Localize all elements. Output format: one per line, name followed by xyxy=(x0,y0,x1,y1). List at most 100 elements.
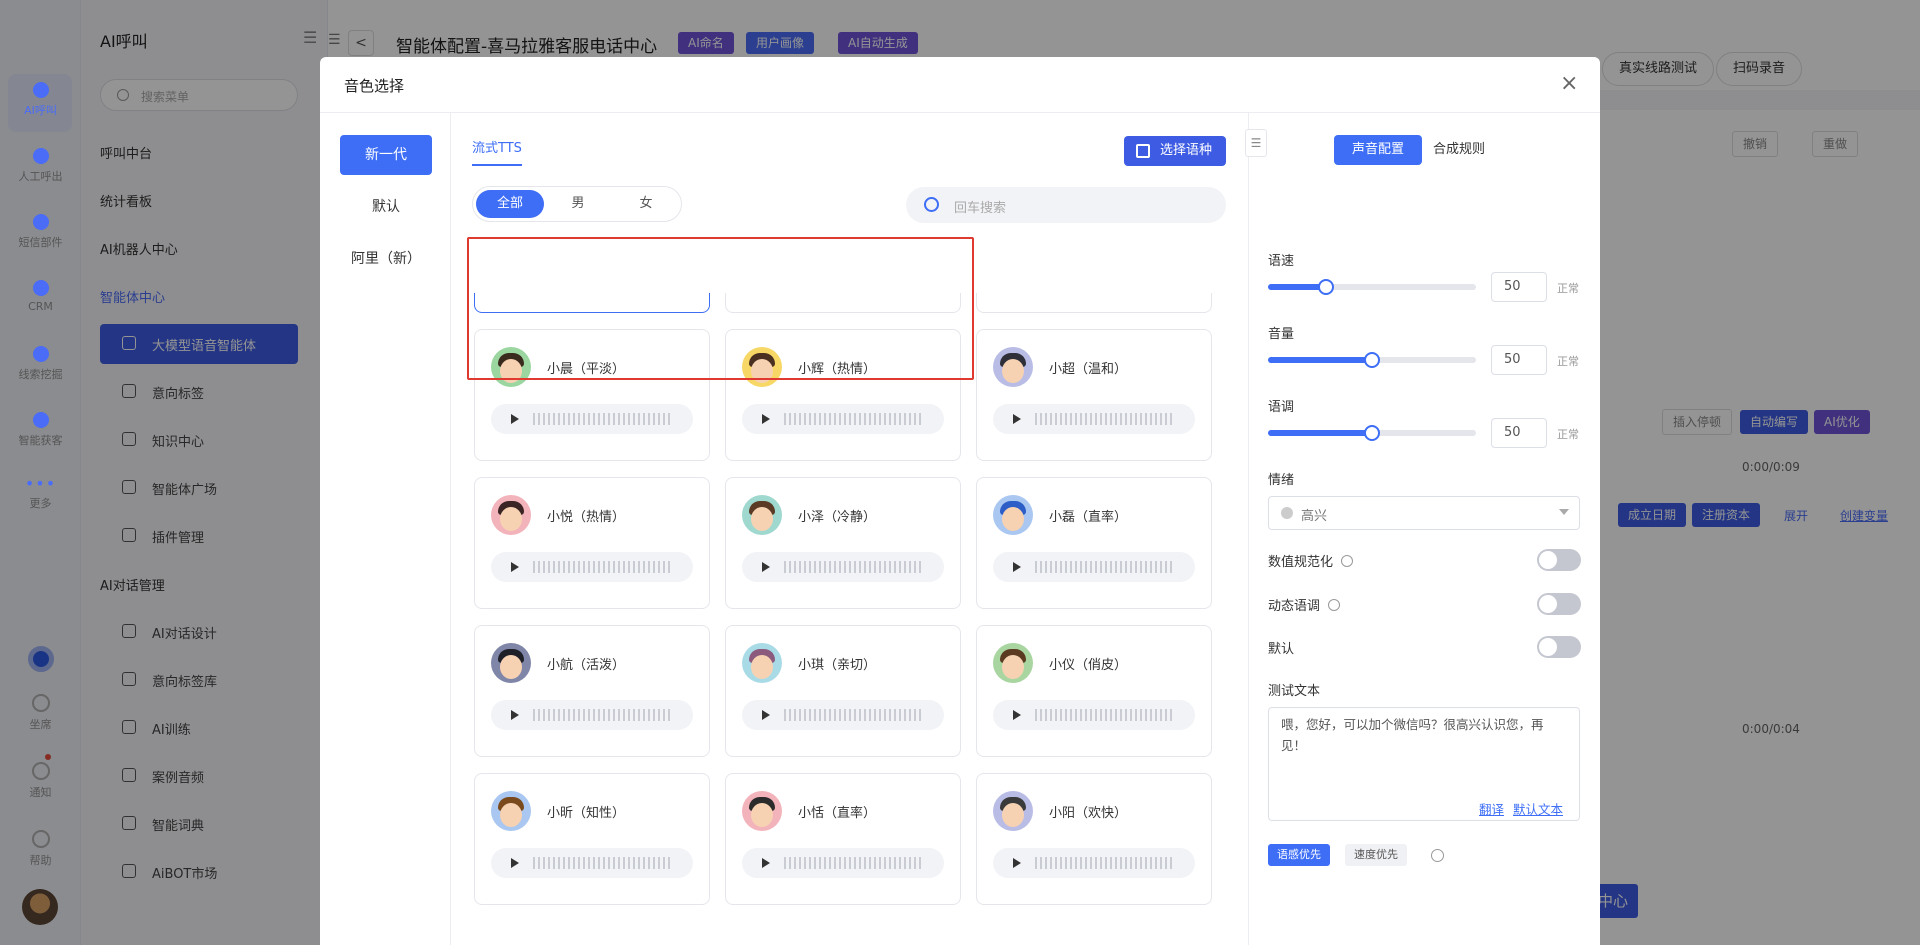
voice-preview-player[interactable] xyxy=(491,552,693,582)
avatar-face xyxy=(751,359,773,383)
info-icon[interactable] xyxy=(1431,849,1444,862)
play-icon[interactable] xyxy=(762,562,770,572)
voice-preview-player[interactable] xyxy=(993,848,1195,878)
voice-name: 小仪（俏皮） xyxy=(1049,658,1128,673)
voice-preview-player[interactable] xyxy=(491,404,693,434)
number-normalize-label: 数值规范化 xyxy=(1268,551,1354,570)
speed-value[interactable]: 50 xyxy=(1491,272,1547,302)
voice-preview-player[interactable] xyxy=(993,552,1195,582)
category-default[interactable]: 默认 xyxy=(340,187,432,227)
voice-card[interactable]: 小辉（热情） xyxy=(725,329,961,461)
voice-card[interactable]: 姣姣(精品) xyxy=(725,293,961,313)
category-ali-new[interactable]: 阿里（新） xyxy=(340,239,432,279)
volume-value[interactable]: 50 xyxy=(1491,345,1547,375)
play-icon[interactable] xyxy=(1013,858,1021,868)
pitch-slider-fill xyxy=(1268,430,1372,436)
acquire-icon xyxy=(32,412,49,428)
close-icon[interactable]: × xyxy=(1560,71,1578,96)
tab-voice-config[interactable]: 声音配置 xyxy=(1334,135,1423,165)
play-icon[interactable] xyxy=(511,414,519,424)
avatar-face xyxy=(1002,803,1024,827)
voice-card[interactable]: 小悦（热情） xyxy=(474,477,710,609)
voice-select-modal: 音色选择 × 新一代 默认 阿里（新） 流式TTS 选择语种 全部 男 女 回车… xyxy=(320,57,1600,945)
default-toggle[interactable] xyxy=(1537,636,1581,658)
voice-card[interactable]: 小晨（平淡） xyxy=(474,329,710,461)
voice-card[interactable]: 小嫣（轻柔） xyxy=(976,293,1212,313)
avatar-face xyxy=(500,359,522,383)
waveform-icon xyxy=(533,709,673,721)
play-icon[interactable] xyxy=(511,710,519,720)
pitch-slider-thumb[interactable] xyxy=(1364,425,1380,441)
category-new-gen[interactable]: 新一代 xyxy=(340,135,432,175)
default-text-link[interactable]: 默认文本 xyxy=(1513,799,1563,818)
voice-card[interactable]: 小航（活泼） xyxy=(474,625,710,757)
toggle-knob xyxy=(1539,551,1557,569)
info-icon[interactable] xyxy=(1328,599,1341,611)
voice-name: 小航（活泼） xyxy=(547,658,626,673)
voice-card[interactable]: 小琪（亲切） xyxy=(725,625,961,757)
voice-card[interactable]: 小春(精品) xyxy=(474,293,710,313)
leads-icon xyxy=(32,346,49,362)
speed-label: 语速 xyxy=(1268,254,1295,269)
panel-collapse-icon[interactable]: ☰ xyxy=(1245,129,1267,157)
voice-card[interactable]: 小昕（知性） xyxy=(474,773,710,905)
voice-preview-player[interactable] xyxy=(742,552,944,582)
ai-call-icon xyxy=(32,82,49,98)
dynamic-tone-toggle[interactable] xyxy=(1537,593,1581,615)
avatar-face xyxy=(1002,507,1024,531)
waveform-icon xyxy=(1035,413,1175,425)
waveform-icon xyxy=(533,561,673,573)
play-icon[interactable] xyxy=(1013,562,1021,572)
pitch-slider[interactable] xyxy=(1268,425,1476,441)
translate-link[interactable]: 翻译 xyxy=(1479,799,1504,818)
speed-slider-thumb[interactable] xyxy=(1318,279,1335,295)
tab-stream-tts[interactable]: 流式TTS xyxy=(472,137,522,166)
play-icon[interactable] xyxy=(511,562,519,572)
avatar-face xyxy=(500,507,522,531)
gender-female[interactable]: 女 xyxy=(612,190,680,218)
play-icon[interactable] xyxy=(1013,414,1021,424)
voice-category-list: 新一代 默认 阿里（新） xyxy=(320,113,451,945)
select-language-button[interactable]: 选择语种 xyxy=(1124,136,1227,166)
voice-card[interactable]: 小磊（直率） xyxy=(976,477,1212,609)
voice-preview-player[interactable] xyxy=(742,404,944,434)
voice-preview-player[interactable] xyxy=(491,848,693,878)
info-icon[interactable] xyxy=(1341,555,1354,567)
voice-card[interactable]: 小仪（俏皮） xyxy=(976,625,1212,757)
number-normalize-toggle[interactable] xyxy=(1537,549,1581,571)
play-icon[interactable] xyxy=(511,858,519,868)
speed-slider[interactable] xyxy=(1268,279,1476,295)
voice-card[interactable]: 小泽（冷静） xyxy=(725,477,961,609)
play-icon[interactable] xyxy=(1013,710,1021,720)
voice-preview-player[interactable] xyxy=(993,700,1195,730)
voice-preview-player[interactable] xyxy=(491,700,693,730)
voice-avatar xyxy=(993,791,1033,831)
play-icon[interactable] xyxy=(762,858,770,868)
bell-icon xyxy=(31,762,50,780)
speed-priority-button[interactable]: 速度优先 xyxy=(1345,844,1407,866)
waveform-icon xyxy=(1035,561,1175,573)
voice-preview-player[interactable] xyxy=(993,404,1195,434)
pitch-value[interactable]: 50 xyxy=(1491,418,1547,448)
gender-all[interactable]: 全部 xyxy=(476,190,544,218)
emotion-select[interactable]: 高兴 xyxy=(1268,496,1580,530)
voice-search-input[interactable]: 回车搜索 xyxy=(906,187,1226,223)
waveform-icon xyxy=(784,857,924,869)
voice-card[interactable]: 小超（温和） xyxy=(976,329,1212,461)
voice-avatar xyxy=(491,347,531,387)
default-label: 默认 xyxy=(1268,642,1295,657)
gender-male[interactable]: 男 xyxy=(544,190,612,218)
voice-preview-player[interactable] xyxy=(742,848,944,878)
emotion-icon xyxy=(1281,507,1293,519)
quality-priority-button[interactable]: 语感优先 xyxy=(1268,844,1330,866)
avatar-face xyxy=(500,803,522,827)
tab-synthesis-rule[interactable]: 合成规则 xyxy=(1415,135,1503,165)
volume-slider[interactable] xyxy=(1268,352,1476,368)
play-icon[interactable] xyxy=(762,710,770,720)
voice-preview-player[interactable] xyxy=(742,700,944,730)
voice-card[interactable]: 小阳（欢快） xyxy=(976,773,1212,905)
volume-slider-thumb[interactable] xyxy=(1364,352,1380,368)
avatar-face xyxy=(1002,655,1024,679)
play-icon[interactable] xyxy=(762,414,770,424)
voice-card[interactable]: 小恬（直率） xyxy=(725,773,961,905)
